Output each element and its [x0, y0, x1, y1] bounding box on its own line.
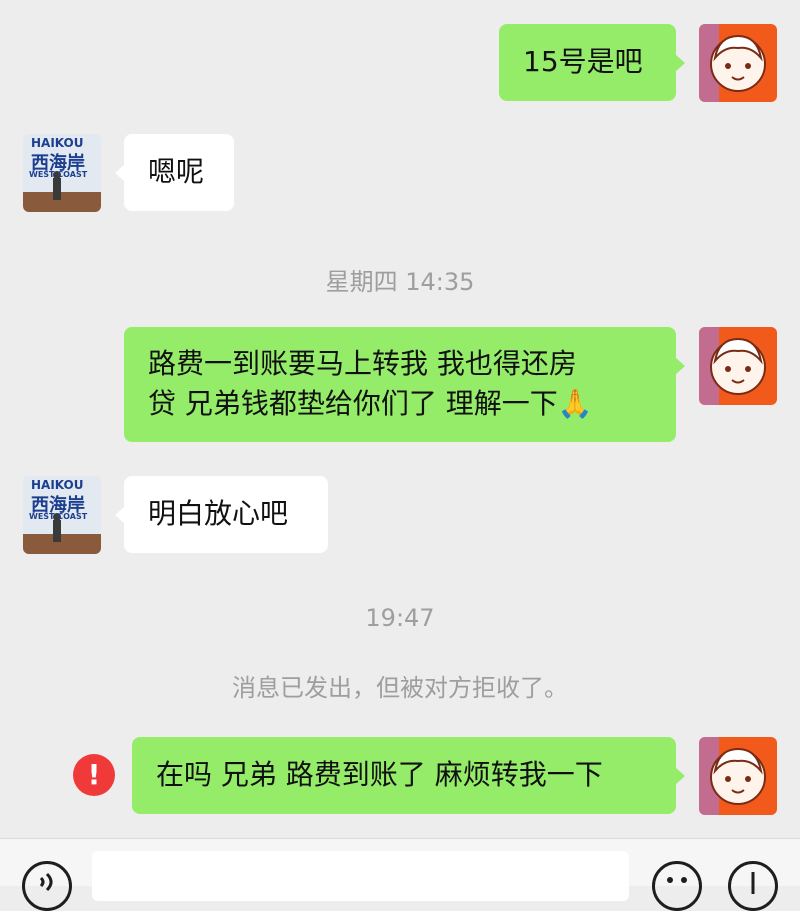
- message-input[interactable]: [92, 851, 629, 901]
- message-bubble-theirs[interactable]: 嗯呢: [115, 134, 234, 211]
- message-bubble-mine-failed[interactable]: 在吗 兄弟 路费到账了 麻烦转我一下: [132, 737, 685, 814]
- voice-waves-icon: [39, 872, 53, 892]
- message-text-line-1: 路费一到账要马上转我 我也得还房: [148, 347, 577, 380]
- plus-sign-icon: [751, 872, 755, 894]
- message-text: 嗯呢: [148, 155, 205, 188]
- message-text: 明白放心吧: [148, 497, 289, 530]
- voice-icon[interactable]: [22, 861, 72, 911]
- system-notice: 消息已发出，但被对方拒收了。: [232, 674, 568, 702]
- message-text: 15号是吧: [523, 45, 643, 78]
- avatar-text-westcoast: WEST COAST: [29, 170, 88, 179]
- avatar-text-haikou: HAIKOU: [31, 478, 84, 492]
- emoji-face-icon: [667, 877, 687, 883]
- cartoon-face-avatar-icon: [710, 337, 766, 395]
- friend-avatar[interactable]: HAIKOU 西海岸 WEST COAST: [23, 134, 101, 212]
- cartoon-face-avatar-icon: [710, 747, 766, 805]
- message-text-line-2: 贷 兄弟钱都垫给你们了 理解一下🙏: [148, 387, 593, 420]
- plus-icon[interactable]: [728, 861, 778, 911]
- my-avatar[interactable]: [699, 327, 777, 405]
- my-avatar[interactable]: [699, 737, 777, 815]
- cartoon-face-avatar-icon: [710, 34, 766, 92]
- message-bubble-mine[interactable]: 15号是吧: [499, 24, 685, 101]
- timestamp: 星期四 14:35: [325, 268, 475, 296]
- friend-avatar[interactable]: HAIKOU 西海岸 WEST COAST: [23, 476, 101, 554]
- message-bubble-theirs[interactable]: 明白放心吧: [115, 476, 328, 553]
- timestamp: 19:47: [365, 604, 435, 632]
- error-symbol: !: [87, 758, 101, 791]
- my-avatar[interactable]: [699, 24, 777, 102]
- avatar-text-haikou: HAIKOU: [31, 136, 84, 150]
- avatar-text-westcoast: WEST COAST: [29, 512, 88, 521]
- message-bubble-mine[interactable]: 路费一到账要马上转我 我也得还房 贷 兄弟钱都垫给你们了 理解一下🙏: [124, 327, 685, 442]
- message-text: 在吗 兄弟 路费到账了 麻烦转我一下: [156, 758, 603, 791]
- input-bar: [0, 838, 800, 911]
- exclamation-circle-icon[interactable]: !: [73, 754, 115, 796]
- emoji-icon[interactable]: [652, 861, 702, 911]
